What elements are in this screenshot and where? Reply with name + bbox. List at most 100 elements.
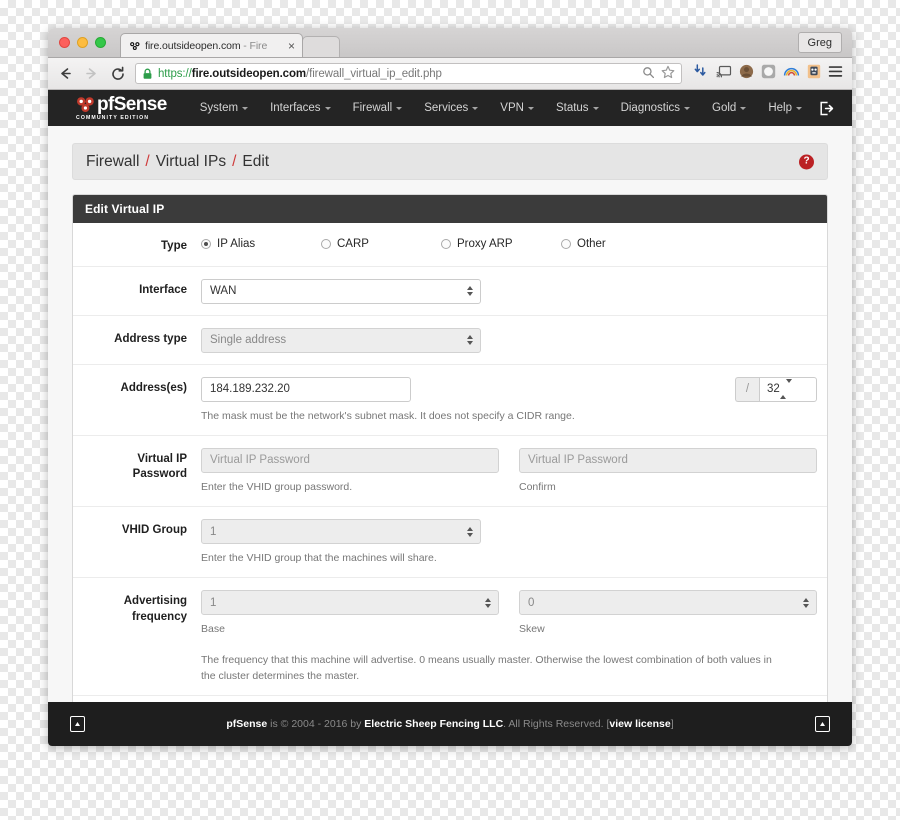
chevron-down-icon: [527, 106, 534, 110]
help-question-icon[interactable]: ?: [799, 154, 814, 169]
footer-copyright: pfSense is © 2004 - 2016 by Electric She…: [85, 718, 815, 730]
form-row-interface: Interface WAN: [73, 267, 827, 316]
label-interface: Interface: [139, 283, 187, 296]
chevron-down-icon: [592, 106, 599, 110]
pfsense-logo-edition: COMMUNITY EDITION: [76, 114, 150, 121]
menu-item-services[interactable]: Services: [413, 102, 489, 114]
download-icon[interactable]: [693, 63, 709, 84]
robot-icon[interactable]: [807, 64, 821, 84]
footer-brand: pfSense: [226, 718, 268, 730]
tab-close-icon[interactable]: ×: [286, 40, 297, 52]
radio-button-icon[interactable]: [201, 239, 211, 249]
menu-item-firewall[interactable]: Firewall: [342, 102, 414, 114]
form-row-addresses: Address(es) 184.189.232.20 / 32 The mask…: [73, 365, 827, 436]
select-spinner-icon: [467, 286, 473, 297]
radio-option-other[interactable]: Other: [561, 238, 681, 250]
adblock-icon[interactable]: [761, 64, 776, 84]
advertising-skew-select[interactable]: 0: [519, 590, 817, 616]
reload-icon[interactable]: [109, 65, 126, 82]
breadcrumb-item-virtual-ips[interactable]: Virtual IPs: [156, 153, 226, 171]
address-type-select[interactable]: Single address: [201, 327, 481, 353]
browser-profile-button[interactable]: Greg: [797, 32, 842, 53]
radio-option-proxy-arp[interactable]: Proxy ARP: [441, 238, 561, 250]
menu-label: Diagnostics: [620, 102, 681, 114]
menu-item-diagnostics[interactable]: Diagnostics: [610, 102, 701, 114]
form-row-vhid-group: VHID Group 1 Enter the VHID group that t…: [73, 507, 827, 579]
back-arrow-icon[interactable]: [57, 65, 74, 82]
select-spinner-icon: [467, 526, 473, 537]
address-bar[interactable]: https://fire.outsideopen.com/firewall_vi…: [135, 63, 682, 84]
pfsense-logo-text: pfSense: [97, 93, 167, 115]
magnifier-icon[interactable]: [642, 66, 655, 82]
footer-company: Electric Sheep Fencing LLC: [364, 718, 504, 730]
label-vhid-group: VHID Group: [121, 524, 187, 537]
menu-item-interfaces[interactable]: Interfaces: [259, 102, 342, 114]
forward-arrow-icon: [83, 65, 100, 82]
footer-license-link[interactable]: view license: [609, 718, 670, 730]
browser-tab-bar: fire.outsideopen.com - Fire × Greg: [48, 28, 852, 58]
radio-button-icon[interactable]: [441, 239, 451, 249]
browser-window: fire.outsideopen.com - Fire × Greg https…: [48, 28, 852, 746]
pfsense-favicon-icon: [129, 40, 141, 52]
label-vip-password: Virtual IP Password: [132, 452, 187, 481]
radio-button-icon[interactable]: [321, 239, 331, 249]
select-spinner-icon: [803, 597, 809, 608]
browser-tab-inactive[interactable]: [302, 36, 340, 57]
expand-right-icon[interactable]: [815, 716, 830, 732]
cast-icon[interactable]: [716, 64, 732, 84]
pfsense-content: Firewall / Virtual IPs / Edit ? Edit Vir…: [48, 126, 852, 702]
menu-item-status[interactable]: Status: [545, 102, 610, 114]
maximize-window-button[interactable]: [95, 37, 106, 48]
vhid-group-select[interactable]: 1: [201, 519, 481, 545]
radio-option-carp[interactable]: CARP: [321, 238, 441, 250]
address-input[interactable]: 184.189.232.20: [201, 376, 411, 402]
advertising-skew-help-text: Skew: [519, 623, 545, 636]
menu-item-vpn[interactable]: VPN: [489, 102, 545, 114]
address-type-select-value: Single address: [210, 334, 287, 347]
breadcrumb-bar: Firewall / Virtual IPs / Edit ?: [72, 143, 828, 180]
cidr-prefix-label: /: [735, 376, 759, 402]
vip-password-help-text: Enter the VHID group password.: [201, 480, 353, 493]
menu-icon[interactable]: [828, 65, 843, 83]
close-window-button[interactable]: [59, 37, 70, 48]
menu-item-gold[interactable]: Gold: [701, 102, 757, 114]
menu-label: System: [199, 102, 239, 114]
menu-item-help[interactable]: Help: [757, 102, 813, 114]
radio-button-icon[interactable]: [561, 239, 571, 249]
vhid-group-value: 1: [210, 525, 217, 538]
vhid-group-help-text: Enter the VHID group that the machines w…: [201, 552, 437, 565]
label-type: Type: [161, 240, 187, 252]
menu-label: Interfaces: [270, 102, 321, 114]
radio-option-ip-alias[interactable]: IP Alias: [201, 238, 321, 250]
expand-left-icon[interactable]: [70, 716, 85, 732]
label-address-type: Address type: [114, 332, 187, 345]
rainbow-icon[interactable]: [783, 65, 800, 83]
advertising-base-value: 1: [210, 596, 217, 609]
vip-password-input[interactable]: Virtual IP Password: [201, 447, 499, 473]
pfsense-menu: System Interfaces Firewall Services VPN …: [189, 102, 813, 114]
form-row-address-type: Address type Single address: [73, 316, 827, 365]
select-spinner-icon: [467, 335, 473, 346]
cidr-select[interactable]: 32: [759, 376, 817, 402]
window-traffic-lights: [59, 37, 106, 48]
page-viewport: pfSense COMMUNITY EDITION System Interfa…: [48, 90, 852, 746]
form-row-vip-password: Virtual IP Password Virtual IP Password …: [73, 436, 827, 508]
minimize-window-button[interactable]: [77, 37, 88, 48]
chevron-down-icon: [740, 106, 747, 110]
star-icon[interactable]: [661, 65, 675, 82]
breadcrumb-item-edit: Edit: [242, 152, 270, 170]
avatar-icon[interactable]: [739, 64, 754, 84]
menu-label: VPN: [500, 102, 524, 114]
select-spinner-icon: [779, 379, 792, 400]
interface-select[interactable]: WAN: [201, 278, 481, 304]
interface-select-value: WAN: [210, 285, 237, 298]
radio-label: Proxy ARP: [457, 238, 513, 250]
breadcrumb-item-firewall[interactable]: Firewall: [86, 153, 139, 171]
vip-password-confirm-input[interactable]: Virtual IP Password: [519, 447, 817, 473]
advertising-base-select[interactable]: 1: [201, 590, 499, 616]
logout-icon[interactable]: [819, 101, 834, 116]
browser-tab-active[interactable]: fire.outsideopen.com - Fire ×: [120, 33, 303, 57]
menu-item-system[interactable]: System: [189, 102, 259, 114]
chevron-down-icon: [472, 106, 479, 110]
pfsense-logo[interactable]: pfSense COMMUNITY EDITION: [76, 95, 167, 121]
